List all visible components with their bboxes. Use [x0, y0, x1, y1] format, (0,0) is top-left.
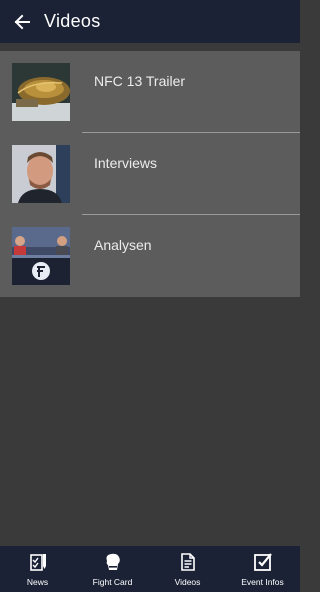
nav-label: Videos [174, 577, 201, 587]
document-icon [178, 552, 198, 572]
bottom-navigation: News Fight Card Videos Event Infos [0, 546, 300, 592]
video-label: Analysen [94, 237, 152, 253]
boxing-glove-icon [103, 552, 123, 572]
arrow-left-icon [14, 14, 30, 29]
page-title: Videos [44, 11, 101, 31]
fighter-portrait-thumbnail [12, 145, 70, 203]
back-button[interactable] [0, 0, 44, 43]
nav-item-event-infos[interactable]: Event Infos [225, 546, 300, 592]
video-label: Interviews [94, 155, 158, 171]
nav-item-videos[interactable]: Videos [150, 546, 225, 592]
checkbox-icon [253, 552, 273, 572]
news-icon [28, 552, 48, 572]
golden-belt-thumbnail [12, 63, 70, 121]
nav-item-news[interactable]: News [0, 546, 75, 592]
nav-item-fight-card[interactable]: Fight Card [75, 546, 150, 592]
video-list: NFC 13 Trailer Interviews Analysen [0, 51, 300, 297]
list-item[interactable]: NFC 13 Trailer [0, 51, 300, 133]
nav-label: News [26, 577, 49, 587]
nav-label: Event Infos [241, 577, 284, 587]
video-label: NFC 13 Trailer [94, 73, 186, 89]
nav-label: Fight Card [92, 577, 133, 587]
app-bar: Videos [0, 0, 300, 43]
list-item[interactable]: Interviews [0, 133, 300, 215]
studio-desk-thumbnail [12, 227, 70, 285]
list-item[interactable]: Analysen [0, 215, 300, 297]
